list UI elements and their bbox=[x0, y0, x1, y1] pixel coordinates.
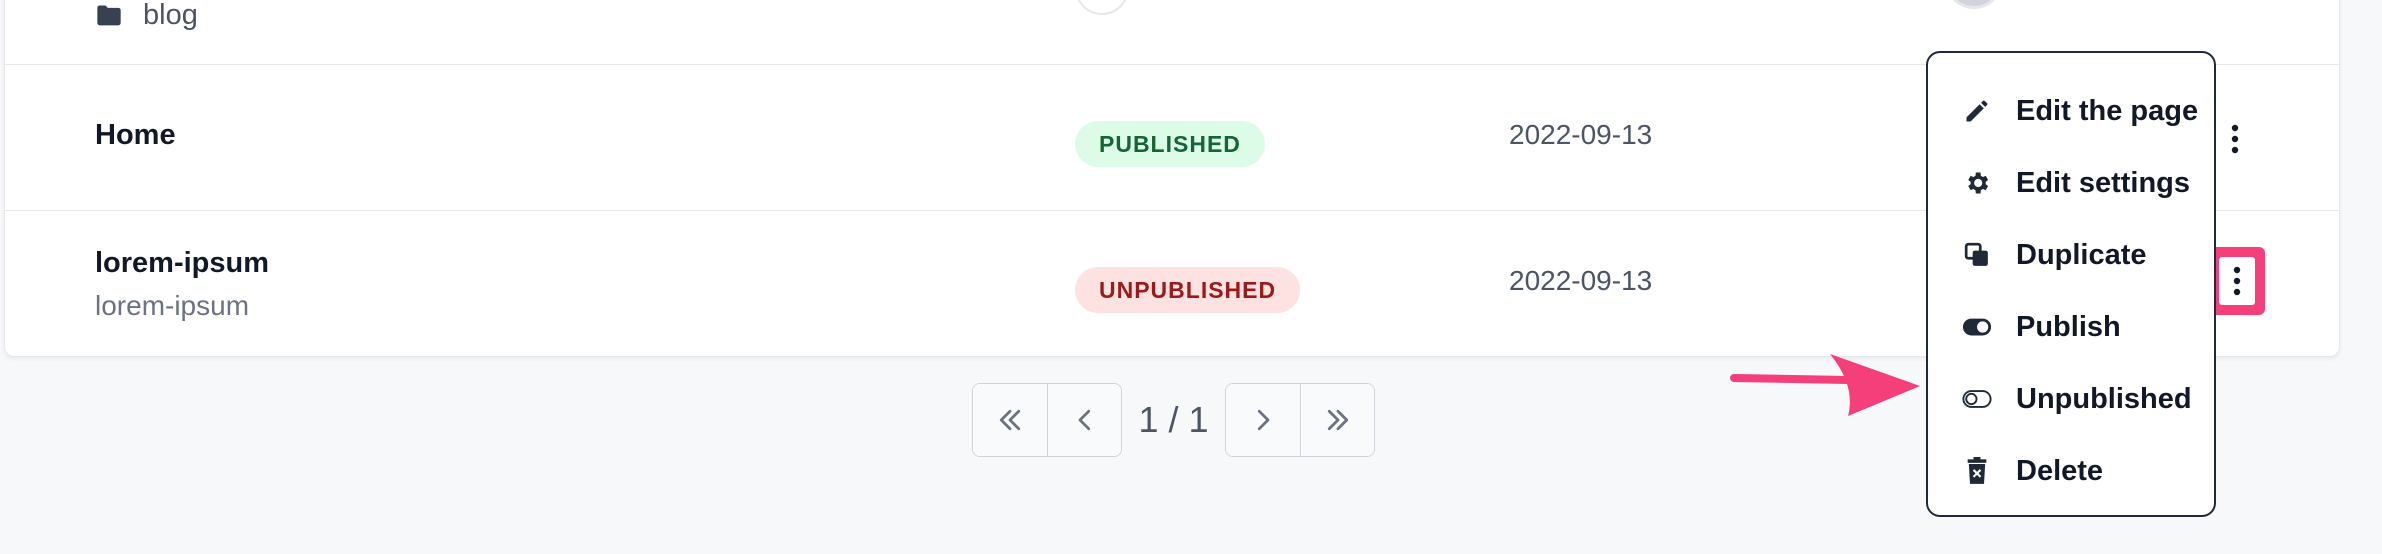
double-chevron-left-icon bbox=[999, 409, 1021, 431]
first-page-button[interactable] bbox=[973, 384, 1047, 456]
folder-icon bbox=[95, 2, 123, 30]
status-badge: PUBLISHED bbox=[1075, 121, 1265, 167]
row-title[interactable]: Home bbox=[95, 119, 176, 152]
gear-icon bbox=[1962, 168, 1992, 198]
row-actions-button[interactable] bbox=[2209, 247, 2265, 315]
row-date: 2022-09-04 bbox=[1509, 0, 1652, 5]
kebab-menu-icon bbox=[2231, 124, 2239, 154]
row-date: 2022-09-13 bbox=[1509, 119, 1653, 150]
menu-item-edit-page[interactable]: Edit the page bbox=[1928, 75, 2214, 147]
row-title[interactable]: lorem-ipsum bbox=[95, 247, 269, 280]
prev-page-button[interactable] bbox=[1047, 384, 1121, 456]
pencil-icon bbox=[1962, 96, 1992, 126]
next-page-button[interactable] bbox=[1226, 384, 1300, 456]
duplicate-icon bbox=[1962, 240, 1992, 270]
pagination-next-group bbox=[1225, 383, 1375, 457]
menu-item-duplicate[interactable]: Duplicate bbox=[1928, 219, 2214, 291]
pagination: 1 / 1 bbox=[972, 383, 1375, 457]
status-indicator bbox=[1075, 0, 1129, 15]
trash-icon bbox=[1962, 456, 1992, 486]
row-actions-menu: Edit the page Edit settings Duplicate Pu… bbox=[1926, 51, 2216, 517]
row-name-cell: Home bbox=[95, 119, 176, 152]
menu-item-edit-settings[interactable]: Edit settings bbox=[1928, 147, 2214, 219]
toggle-on-icon bbox=[1962, 312, 1992, 342]
avatar bbox=[1945, 0, 2003, 9]
menu-item-label: Delete bbox=[2016, 454, 2104, 487]
row-subtitle: lorem-ipsum bbox=[95, 290, 250, 321]
toggle-off-icon bbox=[1962, 384, 1992, 414]
pagination-prev-group bbox=[972, 383, 1122, 457]
page-indicator: 1 / 1 bbox=[1138, 399, 1209, 440]
chevron-right-icon bbox=[1257, 409, 1270, 431]
menu-item-label: Edit the page bbox=[2016, 94, 2199, 127]
row-date: 2022-09-13 bbox=[1509, 265, 1653, 296]
folder-label[interactable]: blog bbox=[143, 0, 198, 32]
menu-item-unpublished[interactable]: Unpublished bbox=[1928, 363, 2214, 435]
menu-item-label: Unpublished bbox=[2016, 382, 2192, 415]
row-name-cell: lorem-ipsum lorem-ipsum bbox=[95, 247, 269, 322]
menu-item-label: Edit settings bbox=[2016, 166, 2191, 199]
folder-cell: blog bbox=[95, 0, 198, 32]
row-actions-button-inner bbox=[2219, 257, 2255, 305]
menu-item-label: Duplicate bbox=[2016, 238, 2147, 271]
chevron-left-icon bbox=[1078, 409, 1090, 431]
menu-item-delete[interactable]: Delete bbox=[1928, 435, 2214, 507]
status-badge: UNPUBLISHED bbox=[1075, 267, 1301, 313]
last-page-button[interactable] bbox=[1300, 384, 1374, 456]
kebab-menu-icon bbox=[2233, 266, 2241, 296]
menu-item-publish[interactable]: Publish bbox=[1928, 291, 2214, 363]
menu-item-label: Publish bbox=[2016, 310, 2121, 343]
page: blog 2022-09-04 Home PUBLISHED 2022-09-1… bbox=[0, 0, 2382, 554]
double-chevron-right-icon bbox=[1327, 409, 1348, 431]
annotation-arrow bbox=[1730, 354, 1920, 416]
